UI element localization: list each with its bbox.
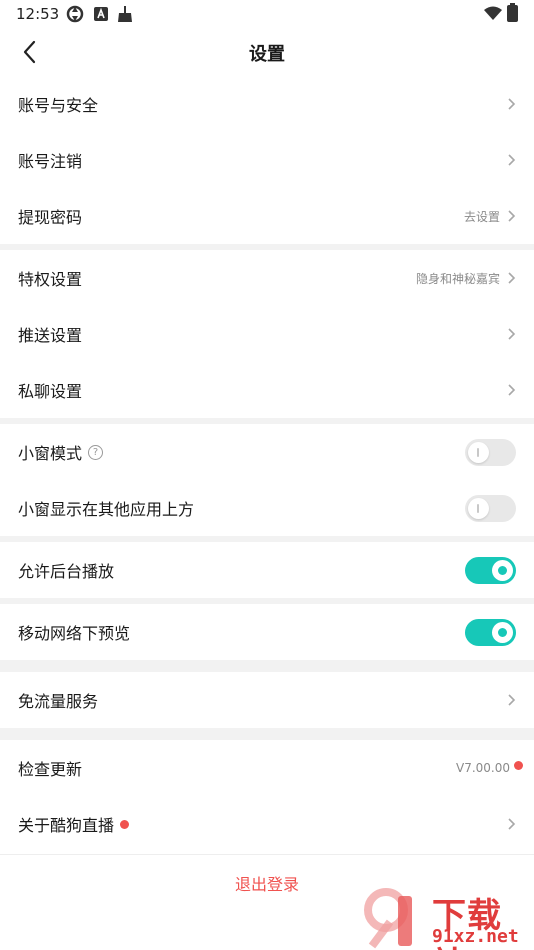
row-private-chat-settings[interactable]: 私聊设置 bbox=[0, 362, 534, 418]
section-divider bbox=[0, 660, 534, 672]
row-label: 提现密码 bbox=[18, 208, 83, 227]
row-label: 检查更新 bbox=[18, 760, 83, 779]
about-dot bbox=[120, 819, 130, 829]
row-label: 账号注销 bbox=[18, 152, 83, 171]
watermark-domain: 91xz.net bbox=[432, 926, 519, 947]
wifi-icon bbox=[484, 6, 502, 20]
chevron-right-icon bbox=[508, 98, 516, 110]
chevron-right-icon bbox=[508, 694, 516, 706]
row-label: 免流量服务 bbox=[18, 692, 99, 711]
row-label: 允许后台播放 bbox=[18, 562, 115, 581]
overlay-toggle[interactable] bbox=[465, 494, 516, 522]
broom-icon bbox=[118, 6, 132, 22]
watermark-logo-icon bbox=[364, 888, 412, 949]
status-time: 12:53 bbox=[16, 5, 60, 23]
sync-icon bbox=[66, 5, 84, 23]
row-value: 隐身和神秘嘉宾 bbox=[415, 271, 500, 286]
row-background-play: 允许后台播放 bbox=[0, 542, 534, 598]
background-play-toggle[interactable] bbox=[465, 556, 516, 584]
row-account-cancel[interactable]: 账号注销 bbox=[0, 132, 534, 188]
row-label: 特权设置 bbox=[18, 270, 83, 289]
chevron-right-icon bbox=[508, 328, 516, 340]
settings-list: 账号与安全 账号注销 提现密码 去设置 特权设置 隐身和神秘嘉宾 推送设置 私聊… bbox=[0, 76, 534, 852]
row-account-security[interactable]: 账号与安全 bbox=[0, 76, 534, 132]
row-label: 移动网络下预览 bbox=[18, 624, 131, 643]
row-check-update[interactable]: 检查更新 V7.00.00 bbox=[0, 740, 534, 796]
row-label: 账号与安全 bbox=[18, 96, 99, 115]
row-push-settings[interactable]: 推送设置 bbox=[0, 306, 534, 362]
logout-label: 退出登录 bbox=[234, 874, 299, 894]
site-watermark: 下载站 91xz.net bbox=[360, 886, 534, 950]
chevron-right-icon bbox=[508, 210, 516, 222]
row-label: 推送设置 bbox=[18, 326, 83, 345]
mobile-preview-toggle[interactable] bbox=[465, 618, 516, 646]
chevron-right-icon bbox=[508, 818, 516, 830]
chevron-right-icon bbox=[508, 384, 516, 396]
mini-window-toggle[interactable] bbox=[465, 438, 516, 466]
update-dot bbox=[514, 761, 523, 770]
header: 设置 bbox=[0, 28, 534, 76]
row-mobile-preview: 移动网络下预览 bbox=[0, 604, 534, 660]
page-title: 设置 bbox=[249, 44, 285, 65]
chevron-right-icon bbox=[508, 154, 516, 166]
row-free-data-service[interactable]: 免流量服务 bbox=[0, 672, 534, 728]
row-label: 关于酷狗直播 bbox=[18, 816, 115, 835]
status-bar: 12:53 bbox=[0, 0, 534, 28]
battery-icon bbox=[507, 3, 518, 22]
row-withdraw-password[interactable]: 提现密码 去设置 bbox=[0, 188, 534, 244]
row-label: 小窗显示在其他应用上方 bbox=[18, 500, 195, 519]
a-badge-icon bbox=[94, 7, 108, 21]
section-divider bbox=[0, 728, 534, 740]
row-mini-window-overlay: 小窗显示在其他应用上方 bbox=[0, 480, 534, 536]
help-icon[interactable]: ? bbox=[88, 444, 104, 460]
row-mini-window-mode: 小窗模式 ? bbox=[0, 424, 534, 480]
version-value: V7.00.00 bbox=[455, 761, 510, 775]
row-about-app[interactable]: 关于酷狗直播 bbox=[0, 796, 534, 852]
row-label: 私聊设置 bbox=[18, 382, 83, 401]
row-privilege-settings[interactable]: 特权设置 隐身和神秘嘉宾 bbox=[0, 250, 534, 306]
row-label: 小窗模式 bbox=[18, 444, 83, 463]
chevron-right-icon bbox=[508, 272, 516, 284]
row-value: 去设置 bbox=[463, 209, 500, 224]
